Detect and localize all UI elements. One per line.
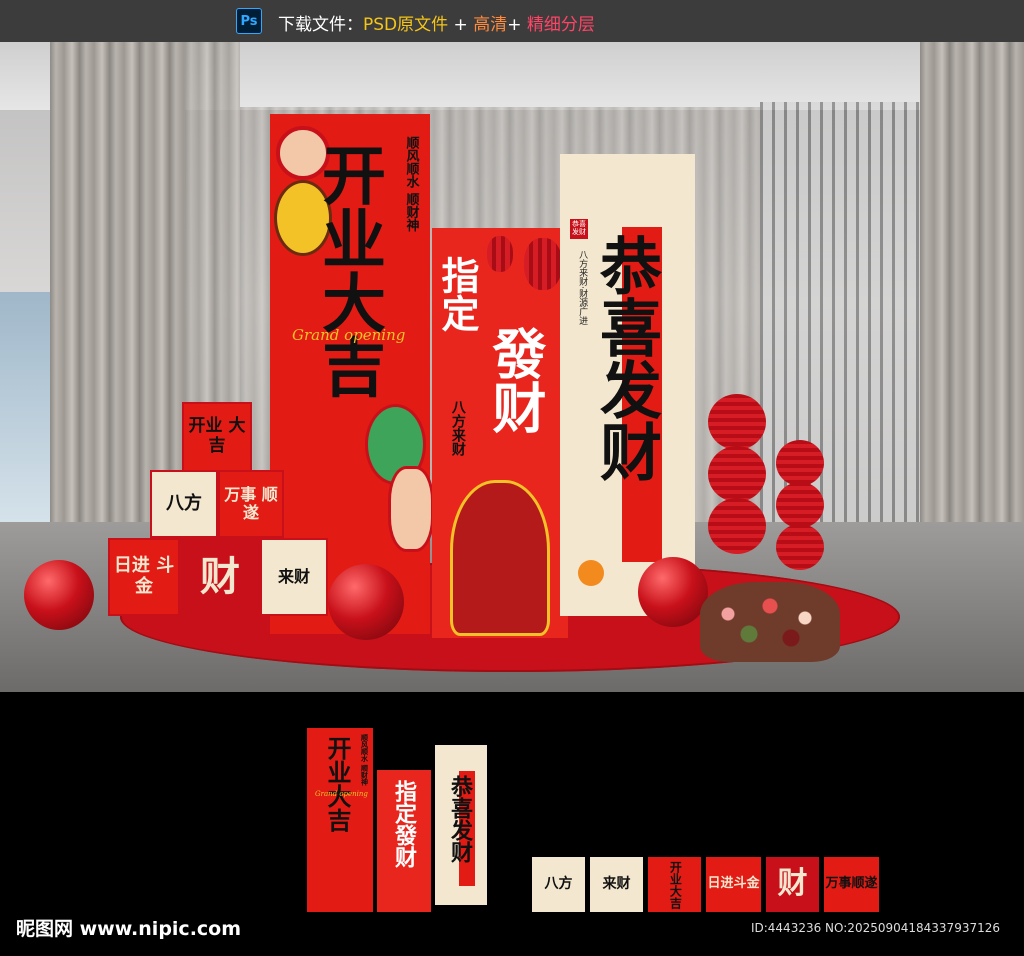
banner-left-tagline: 顺风顺水 顺财神 — [403, 136, 419, 232]
download-prefix: 下载文件： — [278, 15, 363, 35]
cube-laicai: 来财 — [590, 857, 643, 912]
box-mid-left: 八方 — [150, 470, 218, 538]
cube-rijin: 日进斗金 — [706, 857, 761, 912]
facai-title: 發财 — [483, 326, 547, 434]
box-bottom-right: 来财 — [260, 538, 328, 616]
bafang-laicai-text: 八方来财 — [449, 400, 466, 456]
red-ball-right — [638, 557, 708, 627]
window — [0, 292, 50, 522]
banner-gongxi-facai: 恭喜发财 八方来财·财源广进 恭喜发财 — [560, 154, 695, 616]
gongxi-facai-title: 恭喜发财 — [589, 234, 662, 482]
red-ball-left — [24, 560, 94, 630]
plus-sign-2: + — [507, 15, 527, 35]
cube-bafang: 八方 — [532, 857, 585, 912]
box-top: 开业 大吉 — [182, 402, 252, 472]
thumb-zhiding-title: 指定發财 — [391, 780, 417, 868]
box-mid-right: 万事 顺遂 — [218, 470, 284, 538]
psd-label: PSD原文件 — [363, 15, 449, 35]
lantern-icon-2 — [524, 238, 562, 290]
cartoon-character-icon-2 — [388, 466, 434, 552]
image-id-text: ID:4443236 NO:20250904184337937126 — [750, 921, 1000, 935]
box-bottom-mid: 财 — [180, 538, 260, 616]
honeycomb-ball-6 — [776, 524, 824, 570]
thumb-zhiding-facai: 指定發财 — [377, 770, 431, 912]
photoshop-icon: Ps — [236, 8, 262, 34]
red-seal-stamp: 恭喜发财 — [570, 219, 588, 239]
download-info-bar: Ps 下载文件：PSD原文件 + 高清+ 精细分层 — [0, 0, 1024, 42]
cube-cai: 财 — [766, 857, 819, 912]
plus-sign: + — [448, 15, 474, 35]
thumb-gongxi-title: 恭喜发财 — [447, 775, 473, 863]
layers-label: 精细分层 — [526, 15, 595, 35]
honeycomb-ball-3 — [708, 498, 766, 554]
zhiding-text: 指定 — [435, 256, 480, 332]
nipic-logo: 昵图网 www.nipic.com — [16, 918, 242, 940]
orange-fruit-icon — [578, 560, 604, 586]
honeycomb-ball-4 — [776, 440, 824, 486]
cube-wanshi: 万事顺遂 — [824, 857, 879, 912]
honeycomb-ball-5 — [776, 482, 824, 528]
box-bottom-left: 日进 斗金 — [108, 538, 180, 616]
cube-kaiye: 开业大吉 — [648, 857, 701, 912]
banner-zhiding-facai: 指定 發财 八方来财 — [432, 228, 568, 638]
hd-label: 高清 — [473, 15, 508, 35]
thumb-grand-opening-tagline: 顺风顺水 顺财神 — [360, 734, 369, 786]
grand-opening-english: Grand opening — [292, 326, 406, 344]
flower-arrangement — [700, 582, 840, 662]
mockup-scene: 开业大吉 顺风顺水 顺财神 Grand opening 指定 發财 八方来财 恭… — [0, 42, 1024, 692]
honeycomb-ball-1 — [708, 394, 766, 450]
god-of-wealth-sunglasses-icon — [450, 480, 550, 636]
banner-right-tagline: 八方来财·财源广进 — [577, 250, 588, 325]
marble-pillar-right — [920, 42, 1024, 532]
thumb-grand-opening-title: 开业大吉 — [323, 736, 352, 832]
marble-pillar-left — [50, 42, 185, 532]
honeycomb-ball-2 — [708, 446, 766, 502]
download-info-text: 下载文件：PSD原文件 + 高清+ 精细分层 — [278, 10, 595, 35]
lantern-icon — [487, 236, 513, 272]
red-ball-center — [328, 564, 404, 640]
thumb-grand-opening-english: Grand opening — [315, 790, 368, 798]
thumb-gongxi-facai: 恭喜发财 — [435, 745, 487, 905]
grand-opening-title: 开业大吉 — [311, 142, 386, 398]
thumb-grand-opening: 开业大吉 顺风顺水 顺财神 Grand opening — [307, 728, 373, 912]
